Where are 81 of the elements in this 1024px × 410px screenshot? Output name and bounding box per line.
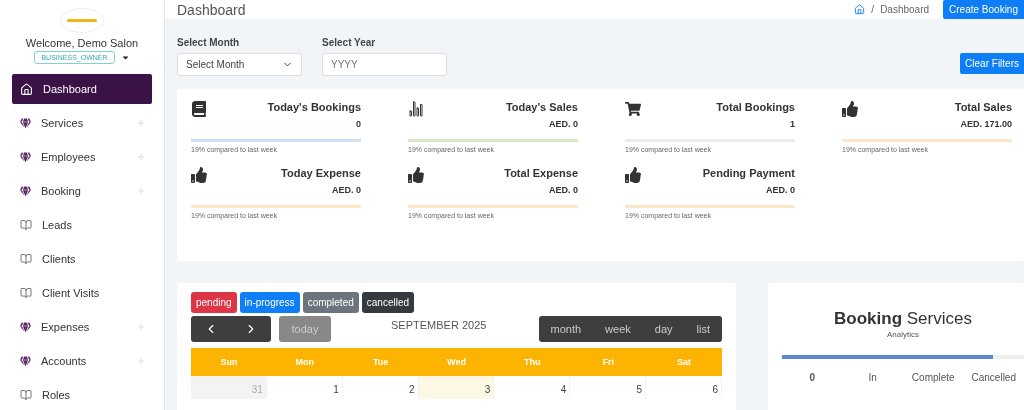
- weekday-header: Sun: [191, 348, 267, 376]
- month-select[interactable]: Select Month: [177, 53, 302, 76]
- thumbs-up-icon: [842, 101, 858, 117]
- sidebar-item[interactable]: Clients: [12, 244, 152, 274]
- gem-icon: [20, 321, 31, 333]
- gem-icon: [20, 185, 31, 197]
- stat-title: Total Bookings: [716, 101, 795, 113]
- book-icon: [20, 389, 32, 401]
- sidebar-item[interactable]: Dashboard: [12, 74, 152, 104]
- welcome-text: Welcome, Demo Salon: [25, 37, 139, 49]
- book-icon: [20, 253, 32, 265]
- stat-value: 1: [790, 119, 795, 129]
- field-label: Select Month: [177, 37, 241, 48]
- thumbs-up-icon: [408, 167, 424, 183]
- status-badge: completed: [302, 292, 359, 313]
- book-icon: [20, 287, 32, 299]
- column-label: Complete: [910, 372, 956, 383]
- sidebar-item[interactable]: Services: [12, 108, 152, 138]
- day-cell[interactable]: 3: [418, 376, 495, 399]
- weekday-header: Mon: [266, 348, 343, 376]
- stat-value: AED. 171.00: [960, 119, 1012, 129]
- view-button[interactable]: day: [642, 316, 685, 342]
- weekday-header: Wed: [418, 348, 495, 376]
- stat-value: AED. 0: [332, 185, 361, 195]
- bar-chart-icon: [408, 101, 424, 117]
- clear-filters-button[interactable]: Clear Filters: [960, 53, 1024, 74]
- stat-title: Total Sales: [954, 101, 1012, 113]
- weekday-header: Fri: [570, 348, 647, 376]
- gem-icon: [20, 117, 31, 129]
- weekday-header: Tue: [342, 348, 419, 376]
- sidebar-item[interactable]: Booking: [12, 176, 152, 206]
- home-icon: [20, 82, 33, 96]
- sidebar-item[interactable]: Roles: [12, 380, 152, 410]
- plus-icon: [138, 120, 144, 126]
- book-icon: [191, 101, 207, 117]
- sidebar-item[interactable]: Leads: [12, 210, 152, 240]
- plus-icon: [138, 358, 144, 364]
- weekday-header: Thu: [494, 348, 571, 376]
- view-button[interactable]: month: [538, 316, 594, 342]
- stat-title: Today Expense: [281, 167, 361, 179]
- analytics-subtitle: Analytics: [886, 330, 920, 339]
- sidebar-item[interactable]: Expenses: [12, 312, 152, 342]
- plus-icon: [138, 188, 144, 194]
- view-button[interactable]: week: [593, 316, 643, 342]
- column-label: In: [867, 372, 878, 383]
- create-booking-button[interactable]: Create Booking: [943, 0, 1024, 19]
- home-icon[interactable]: [854, 4, 866, 15]
- sidebar-item[interactable]: Client Visits: [12, 278, 152, 308]
- sidebar-item[interactable]: Accounts: [12, 346, 152, 376]
- thumbs-up-icon: [191, 167, 207, 183]
- field-label: Select Year: [322, 37, 377, 48]
- analytics-title: Booking Services: [833, 309, 973, 329]
- gem-icon: [20, 355, 31, 367]
- weekday-header: Sat: [646, 348, 722, 376]
- breadcrumb-item: Dashboard: [880, 4, 930, 15]
- caret-icon[interactable]: [120, 53, 130, 62]
- page-title: Dashboard: [177, 1, 246, 18]
- stat-title: Today's Bookings: [267, 101, 361, 113]
- stat-value: AED. 0: [549, 185, 578, 195]
- stat-value: AED. 0: [549, 119, 578, 129]
- stat-title: Today's Sales: [505, 101, 578, 113]
- stat-value: 0: [356, 119, 361, 129]
- cart-icon: [625, 101, 641, 117]
- thumbs-up-icon: [625, 167, 641, 183]
- book-icon: [20, 219, 32, 231]
- calendar-title: SEPTEMBER 2025: [391, 319, 487, 331]
- plus-icon: [138, 324, 144, 330]
- stat-value: AED. 0: [766, 185, 795, 195]
- sidebar-item[interactable]: Employees: [12, 142, 152, 172]
- year-input[interactable]: YYYY: [322, 53, 447, 76]
- status-badge: in-progress: [239, 292, 300, 313]
- status-badge: pending: [191, 292, 237, 313]
- stat-title: Total Expense: [504, 167, 578, 179]
- plus-icon: [138, 154, 144, 160]
- column-label: 0: [808, 372, 817, 383]
- stat-title: Pending Payment: [702, 167, 795, 179]
- breadcrumb-separator: /: [871, 4, 875, 15]
- view-button[interactable]: list: [684, 316, 722, 342]
- gem-icon: [20, 151, 31, 163]
- column-label: Cancelled: [970, 372, 1017, 383]
- status-badge: cancelled: [361, 292, 415, 313]
